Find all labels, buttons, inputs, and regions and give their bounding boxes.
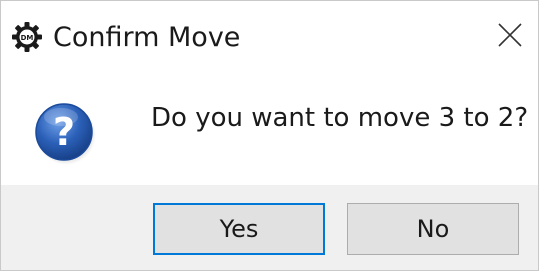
close-icon <box>497 22 523 48</box>
confirm-move-dialog: DM Confirm Move ? Do you want to move 3 … <box>0 0 539 271</box>
button-bar: Yes No <box>1 185 538 270</box>
svg-text:?: ? <box>53 110 75 154</box>
close-button[interactable] <box>490 15 530 55</box>
window-title: Confirm Move <box>53 22 241 53</box>
no-button[interactable]: No <box>347 203 519 255</box>
question-icon: ? <box>31 99 97 165</box>
dialog-content: ? Do you want to move 3 to 2? <box>1 73 538 185</box>
title-bar[interactable]: DM Confirm Move <box>1 1 538 73</box>
yes-button[interactable]: Yes <box>153 203 325 255</box>
svg-text:DM: DM <box>21 34 34 42</box>
dialog-message: Do you want to move 3 to 2? <box>151 103 529 133</box>
dm-gear-icon: DM <box>11 21 43 53</box>
